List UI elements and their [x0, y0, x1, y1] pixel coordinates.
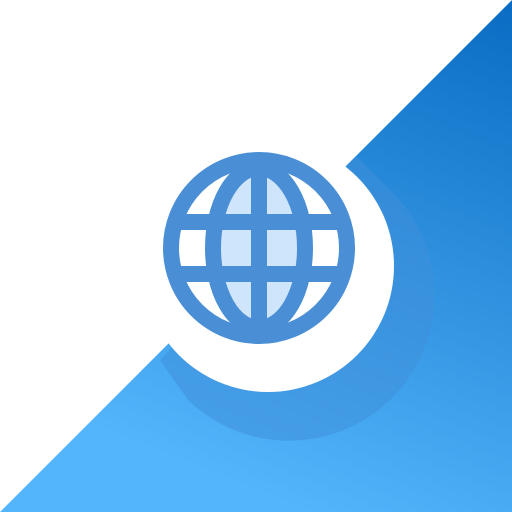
app-icon-graphic: [0, 0, 512, 512]
globe-icon: [163, 152, 355, 344]
app-icon: [0, 0, 512, 512]
